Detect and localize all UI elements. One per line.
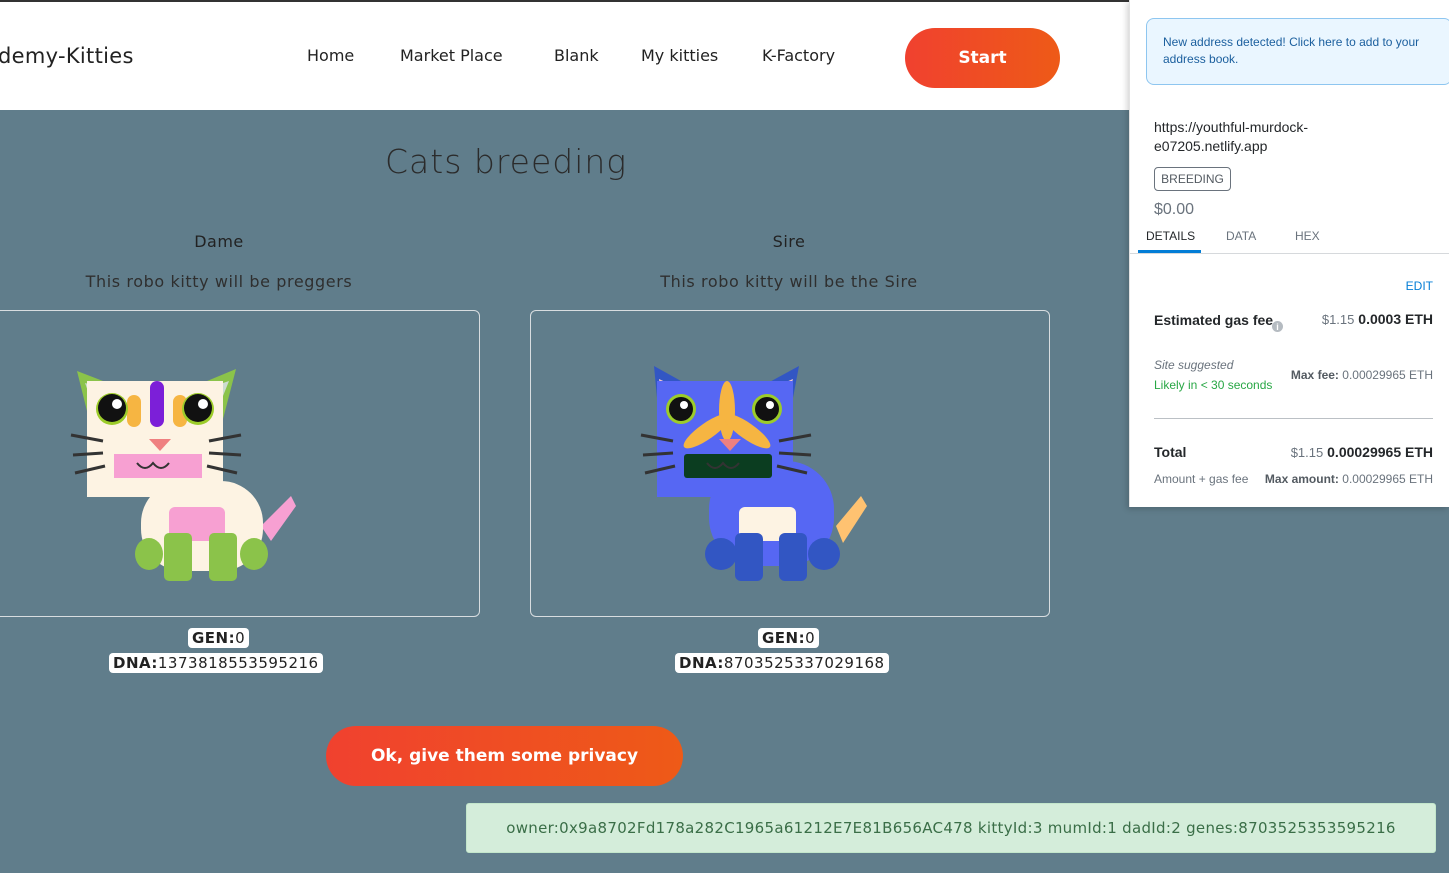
sire-subtitle: This robo kitty will be the Sire <box>660 272 918 291</box>
metamask-confirm-panel: New address detected! Click here to add … <box>1129 0 1449 507</box>
dame-cat-card[interactable] <box>0 310 480 617</box>
sire-gen-badge: GEN:0 <box>758 628 820 648</box>
brand-logo[interactable]: demy-Kitties <box>0 44 134 68</box>
info-icon[interactable]: i <box>1272 321 1283 332</box>
max-amount-value: 0.00029965 ETH <box>1342 472 1433 486</box>
start-button[interactable]: Start <box>905 28 1060 88</box>
breed-button[interactable]: Ok, give them some privacy <box>326 726 683 786</box>
new-address-alert[interactable]: New address detected! Click here to add … <box>1146 18 1449 85</box>
birth-event-toast: owner:0x9a8702Fd178a282C1965a61212E7E81B… <box>466 803 1436 853</box>
sire-dna-label: DNA: <box>679 654 724 672</box>
tab-data[interactable]: DATA <box>1226 229 1256 243</box>
max-fee-value: 0.00029965 ETH <box>1342 368 1433 382</box>
dame-cat-illustration <box>70 369 296 581</box>
dame-title: Dame <box>194 232 244 251</box>
nav-my-kitties[interactable]: My kitties <box>641 46 718 65</box>
transaction-amount: $0.00 <box>1154 201 1195 218</box>
amount-plus-gas-label: Amount + gas fee <box>1154 472 1249 486</box>
dame-dna-label: DNA: <box>113 654 158 672</box>
max-fee: Max fee: 0.00029965 ETH <box>1291 368 1433 382</box>
page-title: Cats breeding <box>385 142 628 181</box>
total-usd: $1.15 <box>1290 445 1324 460</box>
sire-gen-value: 0 <box>805 629 816 647</box>
sire-cat-card[interactable] <box>530 310 1050 617</box>
estimated-gas-value: $1.15 0.0003 ETH <box>1322 311 1433 327</box>
sire-gen-label: GEN: <box>762 629 806 647</box>
tab-hex[interactable]: HEX <box>1295 229 1320 243</box>
max-fee-label: Max fee: <box>1290 368 1339 382</box>
method-tag: BREEDING <box>1154 167 1231 191</box>
active-tab-indicator <box>1138 250 1201 253</box>
site-origin: https://youthful-murdock-e07205.netlify.… <box>1154 119 1309 154</box>
sire-title: Sire <box>772 232 806 251</box>
nav-k-factory[interactable]: K-Factory <box>762 46 835 65</box>
edit-gas-link[interactable]: EDIT <box>1406 279 1433 293</box>
dame-gen-value: 0 <box>235 629 246 647</box>
site-suggested-label: Site suggested <box>1154 358 1234 372</box>
max-amount-label: Max amount: <box>1264 472 1339 486</box>
dame-gen-label: GEN: <box>192 629 236 647</box>
nav-blank[interactable]: Blank <box>554 46 599 65</box>
dame-gen-badge: GEN:0 <box>188 628 250 648</box>
sire-dna-value: 8703525337029168 <box>723 654 885 672</box>
divider <box>1154 418 1433 419</box>
sire-cat-illustration <box>640 366 867 581</box>
estimated-gas-label: Estimated gas fee <box>1154 312 1274 328</box>
max-amount: Max amount: 0.00029965 ETH <box>1265 472 1433 486</box>
dame-subtitle: This robo kitty will be preggers <box>85 272 353 291</box>
total-eth: 0.00029965 ETH <box>1327 444 1433 460</box>
dame-dna-badge: DNA:1373818553595216 <box>109 653 323 673</box>
likely-time: Likely in < 30 seconds <box>1154 378 1273 392</box>
total-label: Total <box>1154 444 1187 460</box>
dame-dna-value: 1373818553595216 <box>157 654 319 672</box>
tab-details[interactable]: DETAILS <box>1146 229 1195 243</box>
sire-dna-badge: DNA:8703525337029168 <box>675 653 889 673</box>
total-value: $1.15 0.00029965 ETH <box>1291 444 1433 460</box>
gas-usd: $1.15 <box>1321 312 1355 327</box>
gas-eth: 0.0003 ETH <box>1358 311 1433 327</box>
confirm-tabs: DETAILS DATA HEX <box>1130 219 1449 254</box>
nav-home[interactable]: Home <box>307 46 354 65</box>
nav-market-place[interactable]: Market Place <box>400 46 503 65</box>
details-panel: EDIT Estimated gas fee i $1.15 0.0003 ET… <box>1130 254 1449 507</box>
